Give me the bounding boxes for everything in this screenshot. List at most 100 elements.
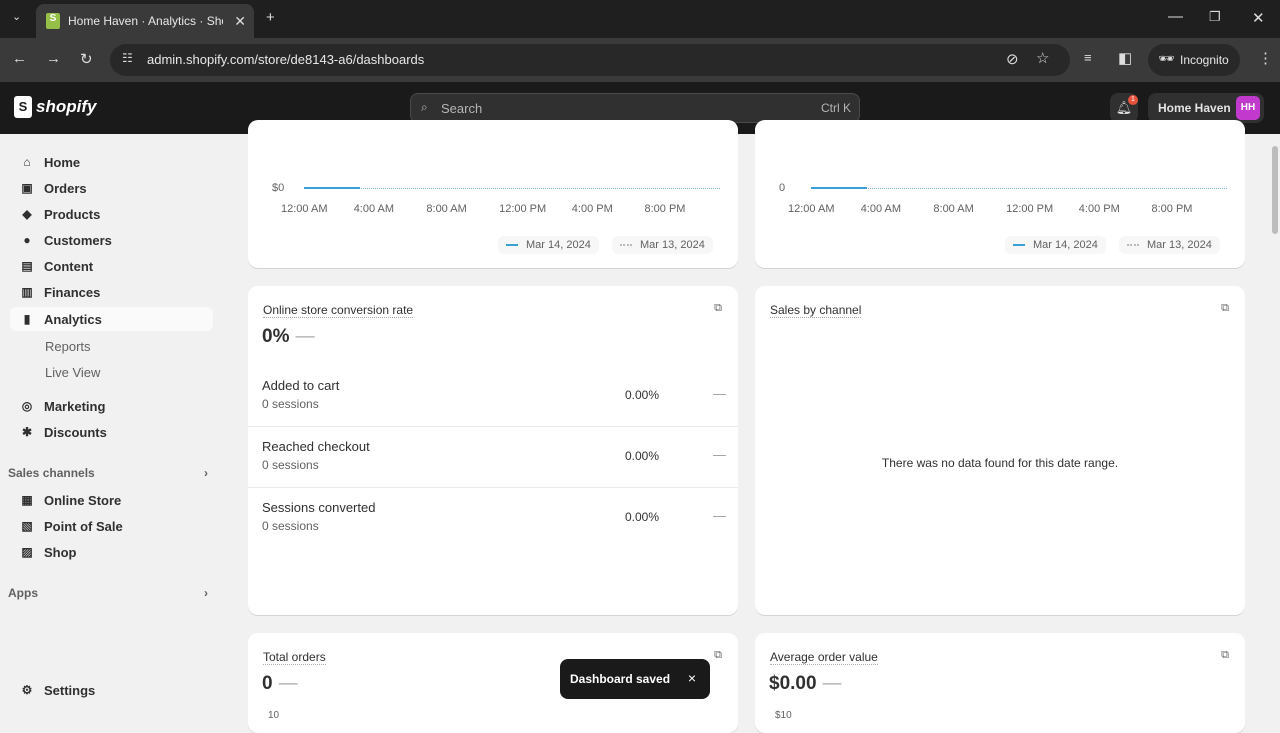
- card-title[interactable]: Sales by channel: [770, 303, 862, 318]
- shop-icon: ▨: [21, 545, 33, 559]
- sidebar-item-live-view[interactable]: Live View: [10, 360, 213, 384]
- sidebar-item-discounts[interactable]: ✱ Discounts: [10, 420, 213, 444]
- sidebar-item-finances[interactable]: ▥ Finances: [10, 280, 213, 304]
- reload-icon[interactable]: ↻: [80, 50, 93, 68]
- value: 0: [262, 673, 273, 694]
- label: Live View: [45, 364, 101, 380]
- browser-tab-bar: ⌄ S Home Haven · Analytics · Shopify ✕ +…: [0, 0, 1280, 38]
- star-icon[interactable]: ☆: [1036, 49, 1049, 67]
- toast-message: Dashboard saved: [570, 672, 671, 686]
- chart-card-1: $0 12:00 AM 4:00 AM 8:00 AM 12:00 PM 4:00 PM 8…: [248, 120, 738, 268]
- sidebar-item-reports[interactable]: Reports: [10, 334, 213, 358]
- shopify-favicon-icon: S: [46, 13, 60, 29]
- restore-icon[interactable]: ❐: [1209, 9, 1221, 25]
- x-tick: 12:00 AM: [788, 203, 835, 215]
- sales-by-channel-card: Sales by channel ⧉ There was no data fou…: [755, 286, 1245, 615]
- chevron-right-icon: ›: [204, 586, 208, 600]
- change: —: [295, 326, 315, 347]
- sidebar-item-customers[interactable]: ● Customers: [10, 228, 213, 252]
- menu-icon[interactable]: ⋮: [1258, 49, 1273, 67]
- label: Discounts: [44, 424, 107, 440]
- card-title[interactable]: Total orders: [263, 650, 326, 665]
- sidebar-item-online-store[interactable]: ▦ Online Store: [10, 488, 213, 512]
- url-text: admin.shopify.com/store/de8143-a6/dashbo…: [147, 52, 425, 67]
- chevron-right-icon: ›: [204, 466, 208, 480]
- label: Analytics: [44, 311, 102, 327]
- label: Customers: [44, 232, 112, 248]
- notifications-button[interactable]: 🔔︎ 1: [1110, 93, 1138, 123]
- search-shortcut: Ctrl K: [821, 101, 851, 115]
- x-tick: 8:00 AM: [933, 203, 974, 215]
- sales-channels-heading[interactable]: Sales channels ›: [8, 466, 208, 480]
- minimize-icon[interactable]: —: [1168, 8, 1183, 25]
- x-tick: 8:00 PM: [644, 203, 686, 215]
- apps-heading[interactable]: Apps ›: [8, 586, 208, 600]
- sidebar-item-home[interactable]: ⌂ Home: [10, 150, 213, 174]
- sidebar-item-products[interactable]: ◆ Products: [10, 202, 213, 226]
- legend-label: Mar 13, 2024: [640, 239, 705, 251]
- legend-label: Mar 13, 2024: [1147, 239, 1212, 251]
- aov-value: $0.00—: [769, 673, 842, 695]
- sidebar-item-point-of-sale[interactable]: ▧ Point of Sale: [10, 514, 213, 538]
- sidebar-item-shop[interactable]: ▨ Shop: [10, 540, 213, 564]
- close-tab-icon[interactable]: ✕: [234, 13, 246, 30]
- y-tick: 10: [268, 710, 280, 721]
- card-title[interactable]: Online store conversion rate: [263, 303, 414, 318]
- shopify-bag-icon: S: [14, 96, 32, 118]
- tab-list-icon[interactable]: ⌄: [12, 10, 21, 23]
- sidebar-item-content[interactable]: ▤ Content: [10, 254, 213, 278]
- forward-icon[interactable]: →: [46, 50, 61, 67]
- sidebar-item-marketing[interactable]: ◎ Marketing: [10, 394, 213, 418]
- search-placeholder: Search: [441, 101, 483, 116]
- sidebar-item-settings[interactable]: ⚙ Settings: [10, 678, 213, 702]
- shopify-logo[interactable]: Sshopify: [14, 96, 96, 118]
- toast-close-button[interactable]: ×: [688, 670, 696, 686]
- sessions: 0 sessions: [262, 397, 319, 411]
- pct: 0.00%: [625, 388, 660, 402]
- value: 0%: [262, 326, 290, 347]
- conversion-value: 0% —: [262, 326, 314, 348]
- eye-off-icon[interactable]: ⊘: [1006, 50, 1019, 68]
- empty-state: There was no data found for this date ra…: [881, 456, 1119, 470]
- pct: 0.00%: [625, 449, 660, 463]
- explore-icon[interactable]: ⧉: [714, 302, 722, 315]
- conversion-rate-card: Online store conversion rate ⧉ 0% — Added…: [248, 286, 738, 615]
- incognito-badge[interactable]: 🕶 Incognito: [1148, 44, 1240, 76]
- y-tick: 0: [779, 182, 786, 194]
- explore-icon[interactable]: ⧉: [1221, 649, 1229, 662]
- chart-card-2: 0 12:00 AM 4:00 AM 8:00 AM 12:00 PM 4:00 PM 8:…: [755, 120, 1245, 268]
- series-line-mar-13: [304, 188, 720, 189]
- card-title[interactable]: Average order value: [770, 650, 878, 665]
- legend-item: Mar 14, 2024: [1005, 236, 1106, 254]
- label: Marketing: [44, 398, 106, 414]
- scrollbar[interactable]: [1270, 134, 1280, 720]
- store-icon: ▦: [21, 493, 33, 507]
- media-icon[interactable]: ≡: [1084, 50, 1092, 65]
- site-info-icon[interactable]: ☷: [122, 51, 133, 65]
- sidebar-item-orders[interactable]: ▣ Orders: [10, 176, 213, 200]
- x-tick: 8:00 AM: [426, 203, 467, 215]
- store-menu-button[interactable]: Home Haven HH: [1148, 93, 1264, 123]
- label: Point of Sale: [44, 518, 123, 534]
- notification-badge: 1: [1128, 95, 1138, 105]
- explore-icon[interactable]: ⧉: [1221, 302, 1229, 315]
- close-window-icon[interactable]: ✕: [1252, 9, 1265, 27]
- scrollbar-thumb[interactable]: [1272, 146, 1278, 234]
- avatar: HH: [1236, 96, 1260, 120]
- address-bar: ← → ↻ ☷ admin.shopify.com/store/de8143-a…: [0, 38, 1280, 82]
- legend-swatch: [506, 244, 518, 247]
- new-tab-icon[interactable]: +: [266, 9, 275, 26]
- url-input[interactable]: ☷ admin.shopify.com/store/de8143-a6/dash…: [110, 44, 1070, 76]
- explore-icon[interactable]: ⧉: [714, 649, 722, 662]
- browser-tab[interactable]: S Home Haven · Analytics · Shopify ✕: [36, 4, 254, 38]
- funnel-row: Reached checkout 0 sessions 0.00% —: [248, 427, 738, 488]
- legend-swatch: [1127, 244, 1139, 247]
- series-line-mar-14: [304, 187, 360, 189]
- x-tick: 4:00 PM: [571, 203, 613, 215]
- sidebar-item-analytics[interactable]: ▮ Analytics: [10, 307, 213, 331]
- legend-item: Mar 13, 2024: [612, 236, 713, 254]
- label: Sessions converted: [262, 500, 376, 515]
- back-icon[interactable]: ←: [12, 50, 27, 67]
- side-panel-icon[interactable]: ◧: [1118, 49, 1132, 67]
- search-input[interactable]: ⌕ Search Ctrl K: [410, 93, 860, 123]
